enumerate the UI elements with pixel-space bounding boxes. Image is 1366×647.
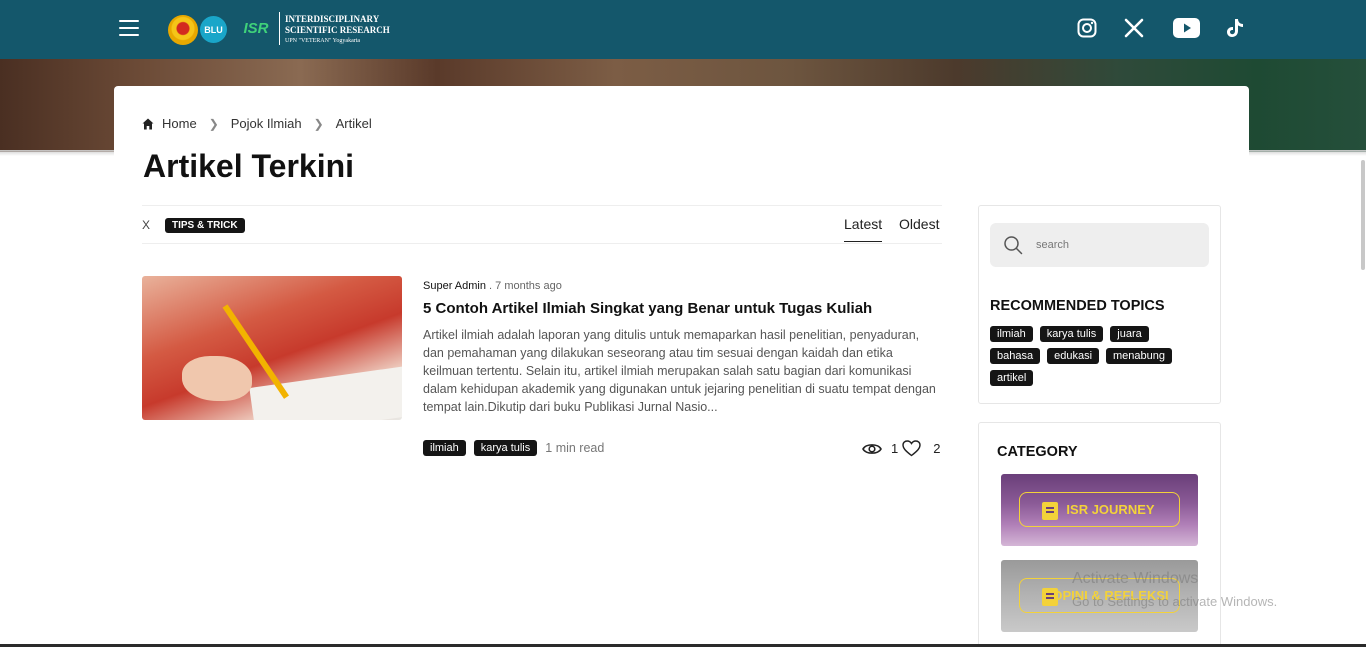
category-label: ISR JOURNEY xyxy=(1066,502,1155,517)
article-time: . 7 months ago xyxy=(485,280,562,292)
article-tag[interactable]: ilmiah xyxy=(423,440,466,456)
instagram-icon[interactable] xyxy=(1075,16,1099,40)
category-pill: ISR JOURNEY xyxy=(1019,492,1180,527)
active-filter-tag[interactable]: TIPS & TRICK xyxy=(165,218,245,233)
search-icon xyxy=(1004,236,1023,255)
windows-activation-title: Activate Windows xyxy=(1072,570,1199,587)
sort-oldest-tab[interactable]: Oldest xyxy=(899,216,939,232)
topic-tag[interactable]: karya tulis xyxy=(1039,326,1104,342)
article-title[interactable]: 5 Contoh Artikel Ilmiah Singkat yang Ben… xyxy=(423,300,943,317)
read-time: 1 min read xyxy=(545,441,605,455)
breadcrumb: Home ❯ Pojok Ilmiah ❯ Artikel xyxy=(142,116,372,131)
view-count: 1 xyxy=(891,441,899,456)
book-icon xyxy=(1042,588,1058,606)
recommended-topics-list: ilmiah karya tulis juara bahasa edukasi … xyxy=(990,326,1200,392)
windows-activation-text: Go to Settings to activate Windows. xyxy=(1072,594,1278,609)
brand-line-3: UPN "VETERAN" Yogyakarta xyxy=(285,38,361,44)
topic-tag[interactable]: bahasa xyxy=(990,348,1041,364)
article-tag[interactable]: karya tulis xyxy=(473,440,538,456)
article-thumbnail[interactable] xyxy=(142,276,402,420)
topic-tag[interactable]: artikel xyxy=(990,370,1034,386)
recommended-topics-title: RECOMMENDED TOPICS xyxy=(990,298,1165,314)
book-icon xyxy=(1042,502,1058,520)
brand-line-1: INTERDISCIPLINARY xyxy=(285,14,380,24)
search-input[interactable] xyxy=(1036,235,1196,255)
article-tags: ilmiah karya tulis 1 min read xyxy=(423,440,604,456)
hamburger-icon[interactable] xyxy=(119,20,139,37)
search-box[interactable] xyxy=(990,223,1209,267)
article-stats: 1 2 xyxy=(862,440,940,457)
page-scrollbar[interactable] xyxy=(1361,160,1365,270)
breadcrumb-pojok-ilmiah[interactable]: Pojok Ilmiah xyxy=(231,116,302,131)
chevron-right-icon: ❯ xyxy=(208,116,219,131)
category-isr-journey[interactable]: ISR JOURNEY xyxy=(1001,474,1198,546)
article-excerpt: Artikel ilmiah adalah laporan yang ditul… xyxy=(423,328,936,414)
breadcrumb-home[interactable]: Home xyxy=(162,116,197,131)
x-icon[interactable] xyxy=(1122,16,1146,40)
isr-logo: ISR xyxy=(243,19,269,37)
page-title: Artikel Terkini xyxy=(143,148,355,184)
clear-filter-button[interactable]: X xyxy=(142,218,150,232)
blu-logo: BLU xyxy=(200,16,227,43)
heart-icon[interactable] xyxy=(902,440,921,457)
topic-tag[interactable]: ilmiah xyxy=(990,326,1033,342)
youtube-icon[interactable] xyxy=(1172,16,1200,40)
site-brand[interactable]: INTERDISCIPLINARY SCIENTIFIC RESEARCH UP… xyxy=(285,14,390,47)
category-title: CATEGORY xyxy=(997,444,1078,460)
eye-icon xyxy=(862,443,882,454)
sort-latest-tab[interactable]: Latest xyxy=(844,216,883,242)
logo-divider xyxy=(279,12,280,45)
topic-tag[interactable]: juara xyxy=(1110,326,1149,342)
topic-tag[interactable]: edukasi xyxy=(1047,348,1100,364)
breadcrumb-artikel[interactable]: Artikel xyxy=(336,116,372,131)
article-author: Super Admin xyxy=(423,280,486,292)
chevron-right-icon: ❯ xyxy=(313,116,324,131)
like-count: 2 xyxy=(933,441,941,456)
brand-line-2: SCIENTIFIC RESEARCH xyxy=(285,25,390,35)
topic-tag[interactable]: menabung xyxy=(1106,348,1173,364)
top-navbar: BLU ISR INTERDISCIPLINARY SCIENTIFIC RES… xyxy=(0,0,1366,59)
upn-logo xyxy=(168,15,198,45)
article-meta: Super Admin . 7 months ago xyxy=(423,280,562,292)
filter-bar: X TIPS & TRICK Latest Oldest xyxy=(142,205,942,244)
tiktok-icon[interactable] xyxy=(1223,16,1247,40)
home-icon xyxy=(142,118,154,129)
